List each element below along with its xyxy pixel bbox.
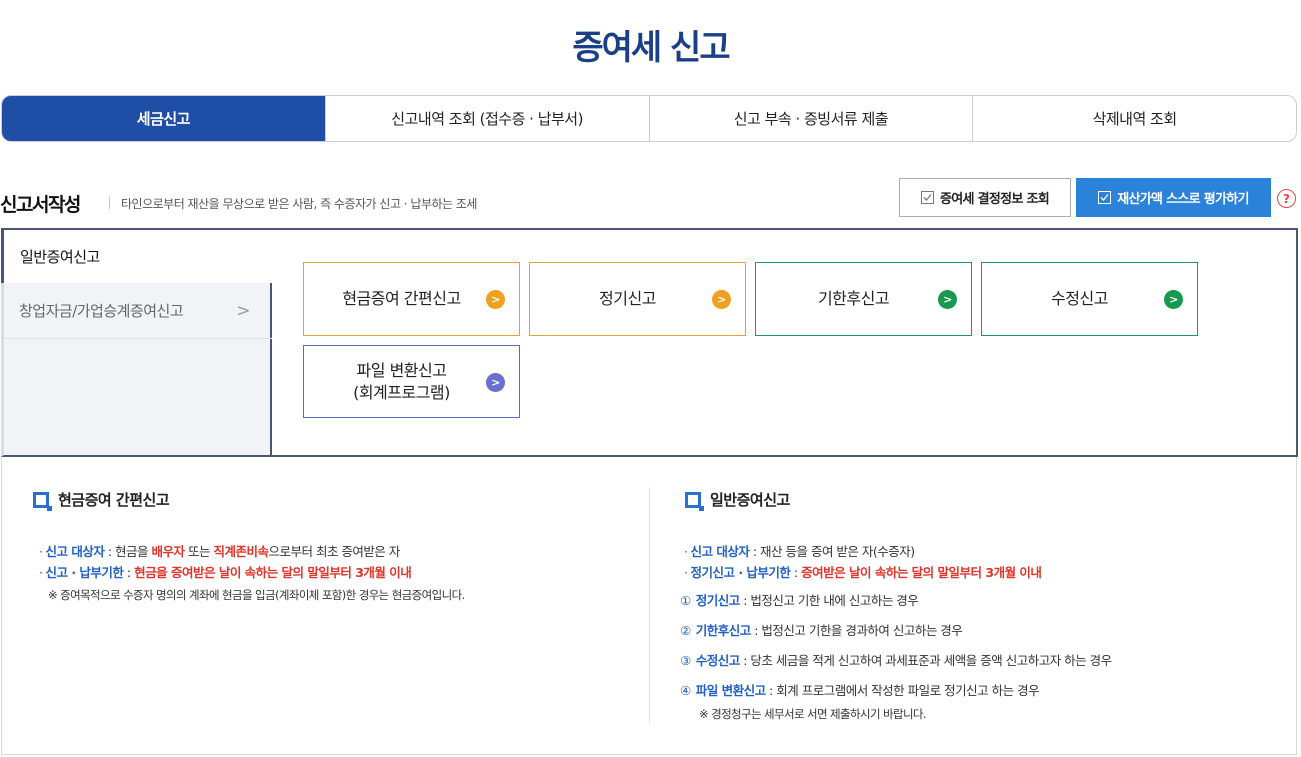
arrow-right-icon: > [486, 290, 505, 309]
amended-filing-button[interactable]: 수정신고 > [981, 262, 1198, 336]
square-bullet-icon [685, 491, 704, 511]
side-menu: 창업자금/가업승계증여신고 > 일반증여신고 [1, 228, 272, 457]
info-highlight: 배우자 [151, 544, 185, 559]
bullet-dot-icon: · [39, 565, 43, 580]
bullet-dot-icon: · [684, 544, 688, 559]
info-heading-text: 일반증여신고 [710, 491, 790, 509]
info-label: 신고 · 납부기한 [45, 565, 124, 580]
side-item-startup-fund-gift[interactable]: 창업자금/가업승계증여신고 > [4, 283, 272, 339]
page-title: 증여세 신고 [572, 28, 730, 68]
info-label: 기한후신고 [695, 623, 752, 638]
side-menu-inactive-area: 창업자금/가업승계증여신고 > [1, 281, 272, 457]
info-text: 또는 [184, 544, 214, 559]
tab-attachment-submit[interactable]: 신고 부속 · 증빙서류 제출 [648, 96, 973, 141]
info-right-deadline: · 정기신고 · 납부기한 : 증여받은 날이 속하는 달의 말일부터 3개월 이… [684, 562, 1042, 581]
arrow-right-icon: > [938, 290, 957, 309]
info-item-regular: ① 정기신고 : 법정신고 기한 내에 신고하는 경우 [680, 590, 919, 609]
info-text: 으로부터 최초 증여받은 자 [268, 544, 400, 559]
bullet-dot-icon: · [684, 565, 688, 580]
help-icon[interactable]: ? [1277, 189, 1296, 208]
top-tabs: 세금신고 신고내역 조회 (접수증 · 납부서) 신고 부속 · 증빙서류 제출… [1, 95, 1297, 142]
info-label: 신고 대상자 [690, 544, 750, 559]
square-bullet-icon [33, 491, 52, 511]
info-item-late: ② 기한후신고 : 법정신고 기한을 경과하여 신고하는 경우 [680, 620, 963, 639]
info-label: 수정신고 [695, 653, 741, 668]
info-item-file-conversion: ④ 파일 변환신고 : 회계 프로그램에서 작성한 파일로 정기신고 하는 경우 [680, 680, 1040, 699]
info-divider [649, 487, 650, 723]
info-highlight: 현금을 증여받은 날이 속하는 달의 말일부터 3개월 이내 [134, 565, 412, 580]
info-right-target: · 신고 대상자 : 재산 등을 증여 받은 자(수증자) [684, 541, 915, 560]
info-left-deadline: · 신고 · 납부기한 : 현금을 증여받은 날이 속하는 달의 말일부터 3개월… [39, 562, 412, 581]
info-text: : 법정신고 기한을 경과하여 신고하는 경우 [750, 623, 963, 638]
item-number: ④ [680, 683, 691, 698]
side-item-general-gift[interactable]: 일반증여신고 [1, 228, 272, 283]
info-text: : [123, 565, 135, 580]
tab-tax-filing[interactable]: 세금신고 [2, 96, 325, 141]
item-number: ① [680, 593, 691, 608]
item-number: ② [680, 623, 691, 638]
option-label: 정기신고 [599, 289, 656, 308]
info-text: : 회계 프로그램에서 작성한 파일로 정기신고 하는 경우 [765, 683, 1040, 698]
info-highlight: 직계존비속 [213, 544, 269, 559]
info-label: 파일 변환신고 [695, 683, 766, 698]
decision-info-lookup-button[interactable]: 증여세 결정정보 조회 [899, 178, 1071, 217]
self-assess-label: 재산가액 스스로 평가하기 [1117, 192, 1249, 207]
option-label-line2: (회계프로그램) [353, 382, 450, 402]
info-text: : 법정신고 기한 내에 신고하는 경우 [739, 593, 919, 608]
regular-filing-button[interactable]: 정기신고 > [529, 262, 746, 336]
info-text: : 현금을 [104, 544, 152, 559]
info-label: 정기신고 · 납부기한 [690, 565, 791, 580]
info-text: : 당초 세금을 적게 신고하여 과세표준과 세액을 증액 신고하고자 하는 경… [739, 653, 1112, 668]
bullet-dot-icon: · [39, 544, 43, 559]
late-filing-button[interactable]: 기한후신고 > [755, 262, 972, 336]
info-right-note: ※ 경정청구는 세무서로 서면 제출하시기 바랍니다. [699, 707, 927, 721]
info-left-target: · 신고 대상자 : 현금을 배우자 또는 직계존비속으로부터 최초 증여받은 자 [39, 541, 400, 560]
info-heading-cash-gift: 현금증여 간편신고 [33, 489, 170, 511]
item-number: ③ [680, 653, 691, 668]
option-label: 파일 변환신고 (회계프로그램) [353, 360, 450, 404]
side-item-label: 창업자금/가업승계증여신고 [19, 302, 184, 320]
info-heading-text: 현금증여 간편신고 [58, 491, 170, 509]
info-label: 정기신고 [695, 593, 741, 608]
info-heading-general-gift: 일반증여신고 [685, 489, 790, 511]
option-label: 수정신고 [1051, 289, 1108, 308]
option-label: 기한후신고 [817, 289, 890, 308]
info-left-note: ※ 증여목적으로 수증자 명의의 계좌에 현금을 입금(계좌이체 포함)한 경우… [48, 588, 465, 602]
option-label: 현금증여 간편신고 [342, 289, 461, 308]
info-text: : [790, 565, 802, 580]
arrow-right-icon: > [712, 290, 731, 309]
info-label: 신고 대상자 [45, 544, 105, 559]
arrow-right-icon: > [486, 373, 505, 392]
info-highlight: 증여받은 날이 속하는 달의 말일부터 3개월 이내 [801, 565, 1042, 580]
info-item-amended: ③ 수정신고 : 당초 세금을 적게 신고하여 과세표준과 세액을 증액 신고하고… [680, 650, 1112, 669]
section-title: 신고서작성 [0, 194, 81, 216]
tab-deleted-history[interactable]: 삭제내역 조회 [972, 96, 1296, 141]
option-label-line1: 파일 변환신고 [356, 360, 447, 380]
arrow-right-icon: > [1164, 290, 1183, 309]
section-description: 타인으로부터 재산을 무상으로 받은 사람, 즉 수증자가 신고 · 납부하는 … [121, 197, 477, 211]
info-text: : 재산 등을 증여 받은 자(수증자) [749, 544, 915, 559]
chevron-right-icon: > [236, 301, 250, 321]
checklist-icon [1098, 191, 1112, 204]
file-conversion-filing-button[interactable]: 파일 변환신고 (회계프로그램) > [303, 345, 520, 418]
self-assess-button[interactable]: 재산가액 스스로 평가하기 [1076, 178, 1271, 217]
checklist-icon [921, 191, 934, 204]
cash-gift-simple-filing-button[interactable]: 현금증여 간편신고 > [303, 262, 520, 336]
decision-info-lookup-label: 증여세 결정정보 조회 [940, 192, 1050, 207]
section-separator [109, 196, 110, 209]
tab-filing-history[interactable]: 신고내역 조회 (접수증 · 납부서) [324, 96, 649, 141]
